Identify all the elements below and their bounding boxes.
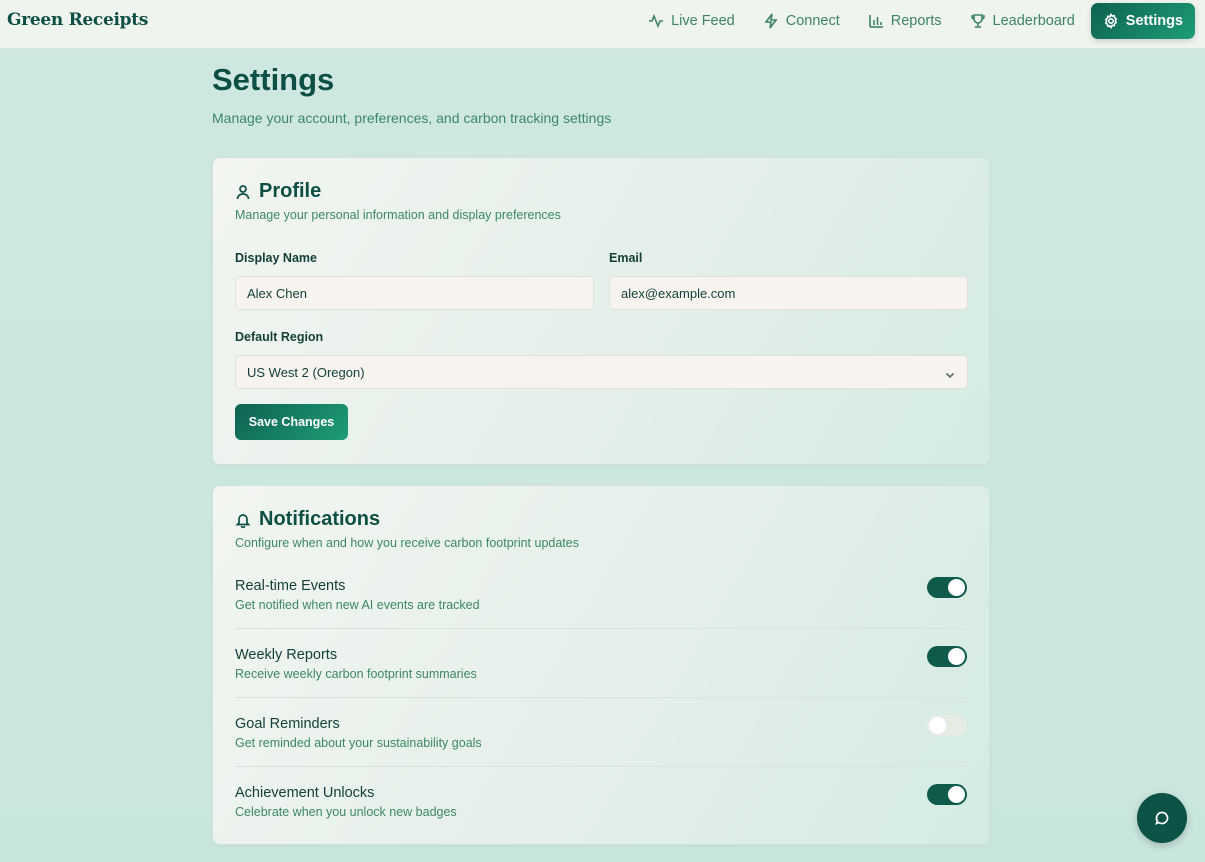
nav-settings-label: Settings — [1125, 13, 1183, 29]
zap-icon — [764, 13, 778, 29]
profile-description: Manage your personal information and dis… — [235, 208, 561, 222]
nav-leaderboard-label: Leaderboard — [992, 13, 1075, 29]
notification-row-weekly: Weekly Reports Receive weekly carbon foo… — [235, 646, 967, 716]
toggle-knob — [948, 579, 965, 596]
display-name-label: Display Name — [235, 251, 317, 265]
save-changes-button[interactable]: Save Changes — [235, 404, 348, 440]
profile-card-header: Profile — [235, 180, 321, 203]
email-input[interactable]: alex@example.com — [609, 276, 968, 310]
gear-icon — [1104, 13, 1118, 29]
toggle-knob — [948, 648, 965, 665]
notification-description: Celebrate when you unlock new badges — [235, 805, 457, 819]
notification-description: Get notified when new AI events are trac… — [235, 598, 480, 612]
notification-title: Achievement Unlocks — [235, 785, 375, 801]
notification-title: Real-time Events — [235, 578, 346, 594]
top-navbar: Green Receipts Live Feed Connect Reports… — [0, 0, 1205, 49]
notification-title: Goal Reminders — [235, 716, 340, 732]
toggle-knob — [929, 717, 946, 734]
notifications-title: Notifications — [259, 508, 381, 530]
brand-logo[interactable]: Green Receipts — [7, 10, 148, 30]
nav-connect[interactable]: Connect — [751, 3, 852, 39]
profile-card: Profile Manage your personal information… — [212, 157, 990, 465]
divider — [235, 766, 967, 767]
nav-live-feed-label: Live Feed — [671, 13, 735, 29]
default-region-value: US West 2 (Oregon) — [247, 364, 365, 380]
nav-reports-label: Reports — [890, 13, 942, 29]
notification-title: Weekly Reports — [235, 647, 338, 663]
weekly-reports-toggle[interactable] — [927, 646, 967, 667]
divider — [235, 697, 967, 698]
nav-live-feed[interactable]: Live Feed — [636, 3, 747, 39]
main-nav: Live Feed Connect Reports Leaderboard Se… — [636, 3, 1195, 39]
bar-chart-icon — [868, 15, 883, 28]
notifications-card: Notifications Configure when and how you… — [212, 485, 990, 845]
achievement-unlocks-toggle[interactable] — [927, 784, 967, 805]
default-region-select[interactable]: US West 2 (Oregon) — [235, 355, 968, 389]
chevron-down-icon — [945, 368, 955, 379]
activity-icon — [649, 13, 664, 29]
bell-icon — [235, 513, 251, 528]
page-subtitle: Manage your account, preferences, and ca… — [212, 110, 612, 126]
nav-reports[interactable]: Reports — [856, 3, 954, 39]
chat-icon — [1155, 811, 1169, 825]
trophy-icon — [970, 14, 985, 28]
nav-settings[interactable]: Settings — [1090, 3, 1195, 39]
goal-reminders-toggle[interactable] — [927, 715, 967, 736]
nav-leaderboard[interactable]: Leaderboard — [958, 3, 1087, 39]
default-region-label: Default Region — [235, 330, 324, 344]
chat-button[interactable] — [1137, 793, 1187, 843]
realtime-events-toggle[interactable] — [927, 577, 967, 598]
nav-connect-label: Connect — [785, 13, 840, 29]
notification-description: Get reminded about your sustainability g… — [235, 736, 482, 750]
toggle-knob — [948, 786, 965, 803]
user-icon — [236, 184, 250, 199]
notification-row-realtime: Real-time Events Get notified when new A… — [235, 577, 967, 647]
divider — [235, 628, 967, 629]
page-title: Settings — [212, 62, 335, 97]
profile-title: Profile — [259, 180, 322, 202]
display-name-input[interactable]: Alex Chen — [235, 276, 594, 310]
notification-row-goals: Goal Reminders Get reminded about your s… — [235, 715, 967, 785]
notification-description: Receive weekly carbon footprint summarie… — [235, 667, 477, 681]
page-header: Settings Manage your account, preference… — [212, 62, 611, 126]
notifications-description: Configure when and how you receive carbo… — [235, 536, 579, 550]
notification-row-achievements: Achievement Unlocks Celebrate when you u… — [235, 784, 967, 854]
email-label: Email — [609, 251, 643, 265]
notifications-card-header: Notifications — [235, 508, 380, 531]
